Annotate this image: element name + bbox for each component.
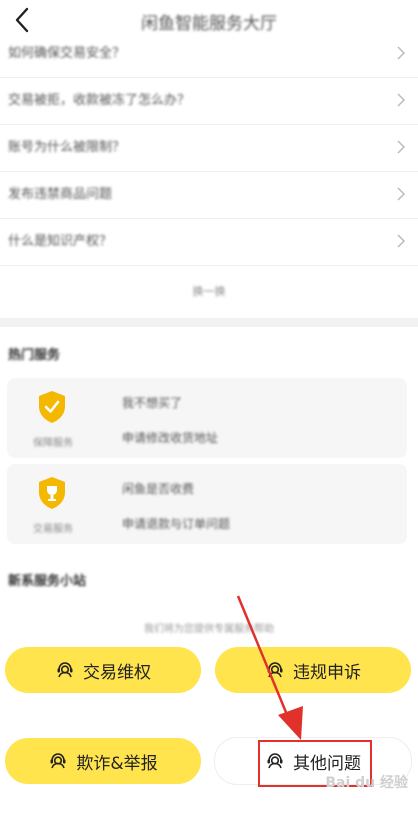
watermark: Bai du 经验 [325,775,408,791]
annotation-arrow [236,595,303,740]
